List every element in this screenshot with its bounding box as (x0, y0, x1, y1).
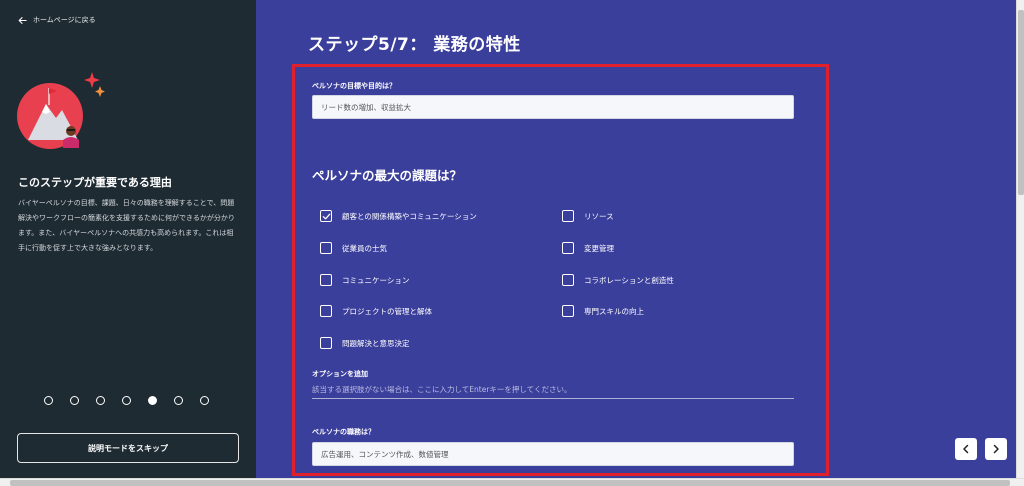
option-label: 専門スキルの向上 (584, 306, 644, 316)
page-title: ステップ5/7： 業務の特性 (308, 35, 521, 55)
arrow-left-icon (18, 16, 27, 24)
option-label: 従業員の士気 (342, 243, 387, 253)
challenge-option-problem-solving[interactable]: 問題解決と意思決定 (320, 337, 410, 349)
goal-input[interactable]: リード数の増加、収益拡大 (312, 95, 794, 119)
checkbox[interactable] (320, 242, 332, 254)
checkbox[interactable] (562, 210, 574, 222)
step-dot[interactable] (70, 396, 79, 405)
duties-label: ペルソナの職務は？ (312, 428, 375, 436)
back-to-home-link[interactable]: ホームページに戻る (18, 15, 96, 25)
checkmark-icon (322, 213, 330, 219)
option-label: リソース (584, 211, 614, 221)
option-label: コラボレーションと創造性 (584, 275, 674, 285)
scrollbar-thumb[interactable] (10, 480, 1010, 486)
checkbox[interactable] (320, 337, 332, 349)
back-link-label: ホームページに戻る (33, 16, 96, 24)
option-label: コミュニケーション (342, 275, 410, 285)
challenge-option-customer-relations[interactable]: 顧客との関係構築やコミュニケーション (320, 210, 477, 222)
step-indicator (44, 396, 209, 405)
chevron-right-icon (993, 444, 999, 454)
challenge-option-change-management[interactable]: 変更管理 (562, 242, 614, 254)
checkbox[interactable] (562, 274, 574, 286)
checkbox[interactable] (320, 305, 332, 317)
app-window: ホームページに戻る このステップが重要である理由 バイヤーペルソナの目標、課題、… (0, 0, 1024, 486)
why-important-description: バイヤーペルソナの目標、課題、日々の職務を理解することで、問題解決やワークフロー… (18, 199, 235, 252)
duties-input[interactable]: 広告運用、コンテンツ作成、数値管理 (312, 442, 794, 466)
chevron-left-icon (963, 444, 969, 454)
checkbox-checked[interactable] (320, 210, 332, 222)
option-label: プロジェクトの管理と解体 (342, 306, 432, 316)
challenge-option-project-management[interactable]: プロジェクトの管理と解体 (320, 305, 432, 317)
step-dot[interactable] (44, 396, 53, 405)
step-dot[interactable] (200, 396, 209, 405)
step-dot[interactable] (122, 396, 131, 405)
option-label: 顧客との関係構築やコミュニケーション (342, 211, 477, 221)
option-label: 問題解決と意思決定 (342, 338, 410, 348)
why-important-heading: このステップが重要である理由 (18, 176, 172, 189)
main-panel: ステップ5/7： 業務の特性 ペルソナの目標や目的は？ リード数の増加、収益拡大… (256, 0, 1016, 478)
step-dot[interactable] (174, 396, 183, 405)
skip-tutorial-button[interactable]: 説明モードをスキップ (17, 433, 239, 463)
challenge-option-morale[interactable]: 従業員の士気 (320, 242, 387, 254)
challenges-heading: ペルソナの最大の課題は？ (312, 168, 463, 183)
horizontal-scrollbar[interactable] (0, 478, 1024, 486)
previous-step-button[interactable] (955, 438, 977, 460)
scrollbar-thumb[interactable] (1018, 10, 1024, 195)
challenge-option-communication[interactable]: コミュニケーション (320, 274, 409, 286)
vertical-scrollbar[interactable] (1016, 0, 1024, 478)
challenge-option-resources[interactable]: リソース (562, 210, 614, 222)
highlight-frame (292, 64, 829, 476)
step-dot[interactable] (96, 396, 105, 405)
add-option-input[interactable]: 該当する選択肢がない場合は、ここに入力してEnterキーを押してください。 (312, 380, 794, 399)
goal-label: ペルソナの目標や目的は？ (312, 82, 396, 90)
mountain-climber-illustration (17, 72, 105, 149)
sidebar: ホームページに戻る このステップが重要である理由 バイヤーペルソナの目標、課題、… (0, 0, 256, 478)
checkbox[interactable] (320, 274, 332, 286)
challenge-option-skill-improvement[interactable]: 専門スキルの向上 (562, 305, 644, 317)
next-step-button[interactable] (985, 438, 1007, 460)
add-option-label: オプションを追加 (312, 370, 368, 378)
step-dot-active[interactable] (148, 396, 157, 405)
checkbox[interactable] (562, 242, 574, 254)
challenge-option-collaboration[interactable]: コラボレーションと創造性 (562, 274, 674, 286)
checkbox[interactable] (562, 305, 574, 317)
option-label: 変更管理 (584, 243, 614, 253)
